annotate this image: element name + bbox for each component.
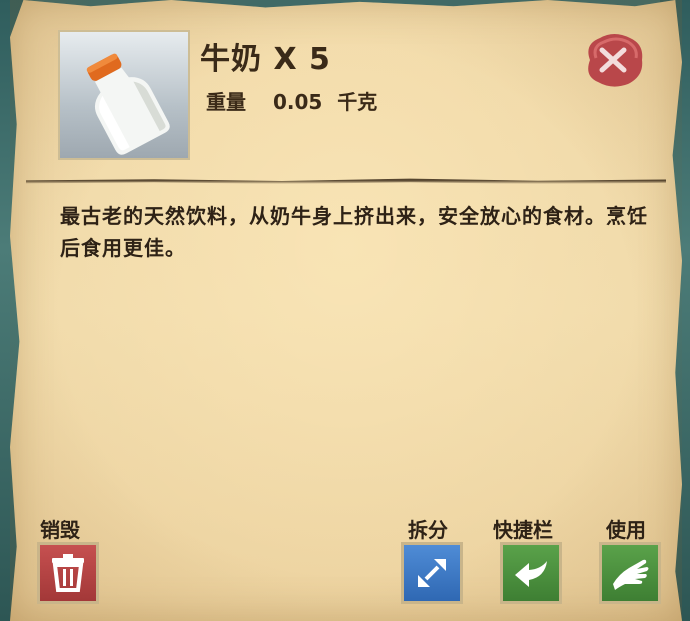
split-button[interactable] bbox=[401, 542, 463, 604]
expand-arrows-icon bbox=[418, 559, 446, 587]
weight-label: 重量 bbox=[206, 90, 246, 114]
milk-bottle-icon bbox=[86, 53, 170, 155]
close-icon bbox=[588, 34, 643, 87]
hand-icon bbox=[613, 559, 649, 590]
use-label: 使用 bbox=[606, 518, 646, 542]
item-description: 最古老的天然饮料，从奶牛身上挤出来，安全放心的食材。烹饪后食用更佳。 bbox=[60, 204, 648, 260]
use-button[interactable] bbox=[599, 542, 661, 604]
quickbar-button[interactable] bbox=[500, 542, 562, 604]
item-quantity: X 5 bbox=[273, 42, 331, 77]
item-title: 牛奶 X 5 bbox=[200, 34, 331, 78]
arrow-left-icon bbox=[515, 561, 547, 587]
weight-value: 0.05 bbox=[272, 90, 323, 114]
split-label: 拆分 bbox=[408, 518, 448, 542]
destroy-label: 销毁 bbox=[40, 518, 80, 542]
weight-unit: 千克 bbox=[337, 90, 378, 114]
item-weight: 重量 0.05 千克 bbox=[206, 86, 377, 115]
destroy-button[interactable] bbox=[37, 542, 99, 604]
item-name: 牛奶 bbox=[200, 42, 262, 77]
item-image-frame bbox=[58, 30, 190, 160]
trash-icon bbox=[52, 554, 84, 592]
quickbar-label: 快捷栏 bbox=[493, 518, 553, 542]
close-button[interactable] bbox=[580, 30, 646, 90]
